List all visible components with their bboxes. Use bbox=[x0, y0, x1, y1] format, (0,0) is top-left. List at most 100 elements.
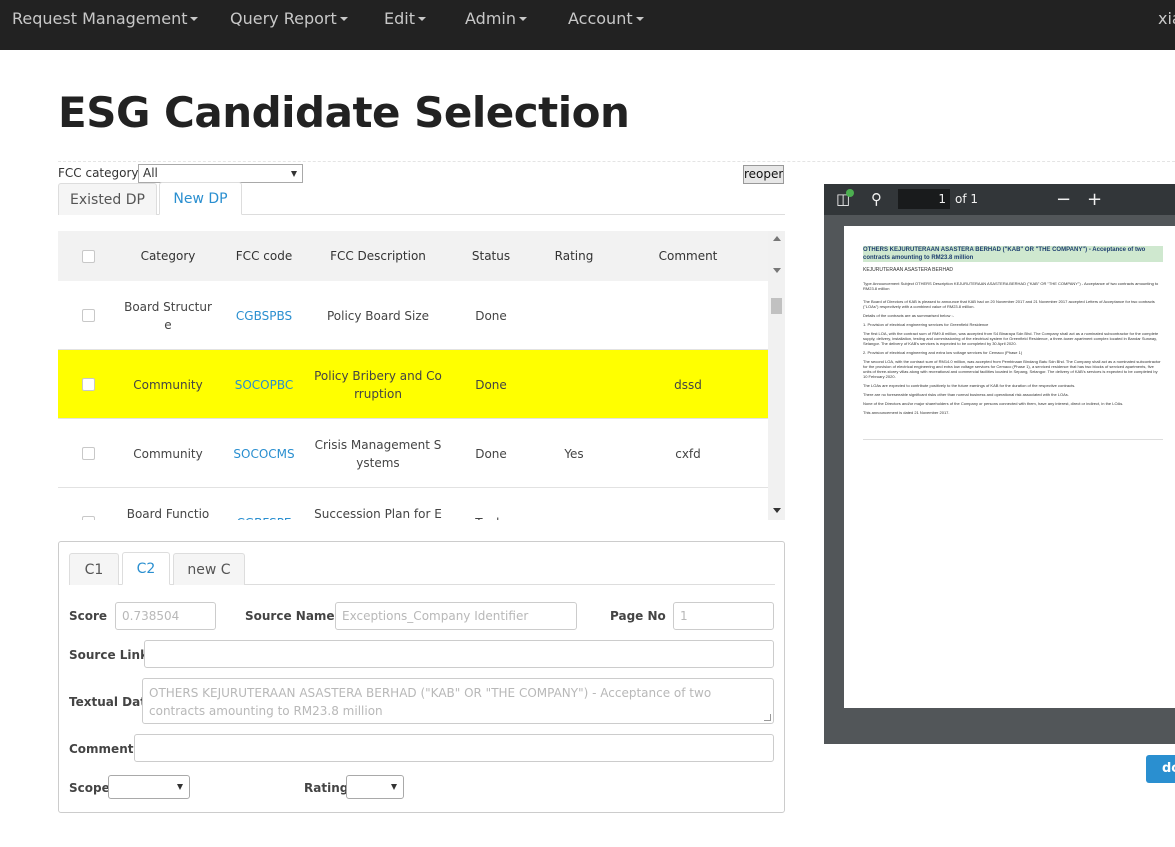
dp-tabs: Existed DP New DP bbox=[58, 182, 785, 215]
pdf-paragraph: There are no foreseeable significant ris… bbox=[863, 392, 1069, 397]
cell-category: Board Structur e bbox=[118, 281, 218, 350]
scope-select[interactable] bbox=[108, 775, 190, 799]
comment-label: Comment bbox=[69, 742, 134, 756]
caret-down-icon bbox=[339, 16, 348, 21]
nav-admin[interactable]: Admin bbox=[465, 0, 527, 50]
tab-existed-dp[interactable]: Existed DP bbox=[58, 183, 157, 215]
cell-rating bbox=[538, 281, 610, 350]
cell-rating: Yes bbox=[564, 446, 584, 461]
page-no-input[interactable]: 1 bbox=[673, 602, 774, 630]
grid-scrollbar[interactable] bbox=[768, 231, 785, 520]
pdf-paragraph: Details of the contracts are as summaris… bbox=[863, 313, 954, 318]
source-name-input[interactable]: Exceptions_Company Identifier bbox=[335, 602, 577, 630]
cell-fcc-code-link[interactable]: CGBFSPE bbox=[224, 488, 304, 521]
pdf-viewer: ◫ ⚲ 1 of 1 − + OTHERS KEJURUTERAAN ASAST… bbox=[824, 184, 1175, 744]
fcc-category-select[interactable]: All bbox=[138, 164, 303, 183]
tab-new-dp[interactable]: New DP bbox=[159, 182, 242, 215]
score-label: Score bbox=[69, 609, 108, 623]
fcc-category-value: All bbox=[143, 166, 158, 180]
pdf-toolbar: ◫ ⚲ 1 of 1 − + bbox=[824, 184, 1175, 215]
page-number-input[interactable]: 1 bbox=[898, 189, 950, 209]
cell-description: Succession Plan for Executives bbox=[310, 488, 446, 521]
pdf-company: KEJURUTERAAN ASASTERA BERHAD bbox=[863, 267, 954, 273]
col-fcc-code[interactable]: FCC code bbox=[224, 231, 304, 281]
page-title: ESG Candidate Selection bbox=[58, 88, 630, 137]
row-checkbox[interactable] bbox=[82, 447, 95, 460]
col-comment[interactable]: Comment bbox=[628, 231, 748, 281]
cell-category: Community bbox=[133, 377, 203, 392]
nav-label: Edit bbox=[384, 9, 415, 28]
row-checkbox[interactable] bbox=[82, 378, 95, 391]
comment-input[interactable] bbox=[134, 734, 774, 762]
cell-fcc-code-link[interactable]: SOCOCMS bbox=[224, 419, 304, 488]
cell-status: To do bbox=[456, 488, 526, 521]
zoom-out-icon[interactable]: − bbox=[1056, 184, 1071, 215]
caret-down-icon bbox=[635, 16, 644, 21]
tab-c1[interactable]: C1 bbox=[69, 553, 119, 585]
col-category[interactable]: Category bbox=[118, 231, 218, 281]
page-no-label: Page No bbox=[610, 609, 666, 623]
col-status[interactable]: Status bbox=[456, 231, 526, 281]
score-input[interactable]: 0.738504 bbox=[115, 602, 216, 630]
row-checkbox[interactable] bbox=[82, 309, 95, 322]
cell-comment bbox=[628, 281, 748, 350]
cell-description: Policy Board Size bbox=[326, 308, 430, 323]
cell-category: Board Function bbox=[118, 488, 218, 521]
rating-select[interactable] bbox=[346, 775, 404, 799]
nav-request-management[interactable]: Request Management bbox=[12, 0, 199, 50]
tab-c2[interactable]: C2 bbox=[122, 552, 170, 585]
nav-account[interactable]: Account bbox=[568, 0, 644, 50]
cell-comment: cxfd bbox=[675, 446, 701, 461]
table-row-selected[interactable]: Community SOCOPBC Policy Bribery and Co r… bbox=[58, 350, 768, 419]
source-name-label: Source Name bbox=[245, 609, 335, 623]
resize-handle-icon[interactable] bbox=[764, 714, 771, 721]
nav-label: Admin bbox=[465, 9, 516, 28]
col-rating[interactable]: Rating bbox=[538, 231, 610, 281]
textual-data-value: OTHERS KEJURUTERAAN ASASTERA BERHAD ("KA… bbox=[149, 686, 712, 718]
user-menu[interactable]: xia bbox=[1158, 0, 1175, 38]
table-row[interactable]: Community SOCOCMS Crisis Management S yst… bbox=[58, 419, 768, 488]
fcc-grid: Category FCC code FCC Description Status… bbox=[58, 231, 785, 520]
scroll-down-icon[interactable] bbox=[773, 508, 781, 513]
scroll-down-small-icon[interactable] bbox=[773, 268, 781, 273]
tab-new-c[interactable]: new C bbox=[173, 553, 245, 585]
cell-text: rruption bbox=[354, 386, 402, 401]
cell-fcc-code-link[interactable]: CGBSPBS bbox=[224, 281, 304, 350]
page-total: of 1 bbox=[955, 192, 979, 206]
textual-data-textarea[interactable]: OTHERS KEJURUTERAAN ASASTERA BERHAD ("KA… bbox=[142, 678, 774, 724]
table-row[interactable]: Board Function CGBFSPE Succession Plan f… bbox=[58, 488, 768, 520]
scroll-up-icon[interactable] bbox=[773, 236, 781, 241]
nav-edit[interactable]: Edit bbox=[384, 0, 426, 50]
caret-down-icon bbox=[417, 16, 426, 21]
pdf-paragraph: None of the Directors and/or major share… bbox=[863, 401, 1124, 406]
cell-status: Done bbox=[475, 446, 507, 461]
nav-label: Request Management bbox=[12, 9, 188, 28]
col-fcc-description[interactable]: FCC Description bbox=[310, 231, 446, 281]
cell-category: Community bbox=[133, 446, 203, 461]
table-row[interactable]: Board Structur e CGBSPBS Policy Board Siz… bbox=[58, 281, 768, 350]
dropdown-arrow-icon bbox=[291, 170, 297, 177]
row-checkbox[interactable] bbox=[82, 516, 95, 520]
pdf-paragraph: This announcement is dated 21 November 2… bbox=[863, 410, 950, 415]
cell-status: Done bbox=[475, 377, 507, 392]
done-button[interactable]: do bbox=[1146, 755, 1175, 783]
source-link-input[interactable] bbox=[144, 640, 774, 668]
pdf-meta: Type Announcement Subject OTHERS Descrip… bbox=[863, 281, 1159, 291]
nav-label: Account bbox=[568, 9, 633, 28]
pdf-document: OTHERS KEJURUTERAAN ASASTERA BERHAD ("KA… bbox=[863, 246, 1163, 440]
select-all-checkbox[interactable] bbox=[82, 250, 95, 263]
pdf-paragraph: The LOAs are expected to contribute posi… bbox=[863, 383, 1076, 388]
pdf-page: OTHERS KEJURUTERAAN ASASTERA BERHAD ("KA… bbox=[844, 226, 1175, 708]
search-icon[interactable]: ⚲ bbox=[871, 184, 882, 215]
zoom-in-icon[interactable]: + bbox=[1087, 184, 1102, 215]
cell-fcc-code-link[interactable]: SOCOPBC bbox=[224, 350, 304, 419]
rating-label: Rating bbox=[304, 781, 349, 795]
nav-query-report[interactable]: Query Report bbox=[230, 0, 348, 50]
cell-description: Policy Bribery and Co rruption bbox=[310, 350, 446, 419]
dropdown-arrow-icon bbox=[391, 784, 397, 790]
pdf-paragraph: 1. Provision of electrical engineering s… bbox=[863, 322, 989, 327]
pdf-paragraph: The first LOA, with the contract sum of … bbox=[863, 331, 1159, 346]
cell-text: e bbox=[164, 317, 172, 332]
candidate-detail-panel: C1 C2 new C Score 0.738504 Source Name E… bbox=[58, 541, 785, 813]
scroll-thumb[interactable] bbox=[771, 298, 782, 314]
